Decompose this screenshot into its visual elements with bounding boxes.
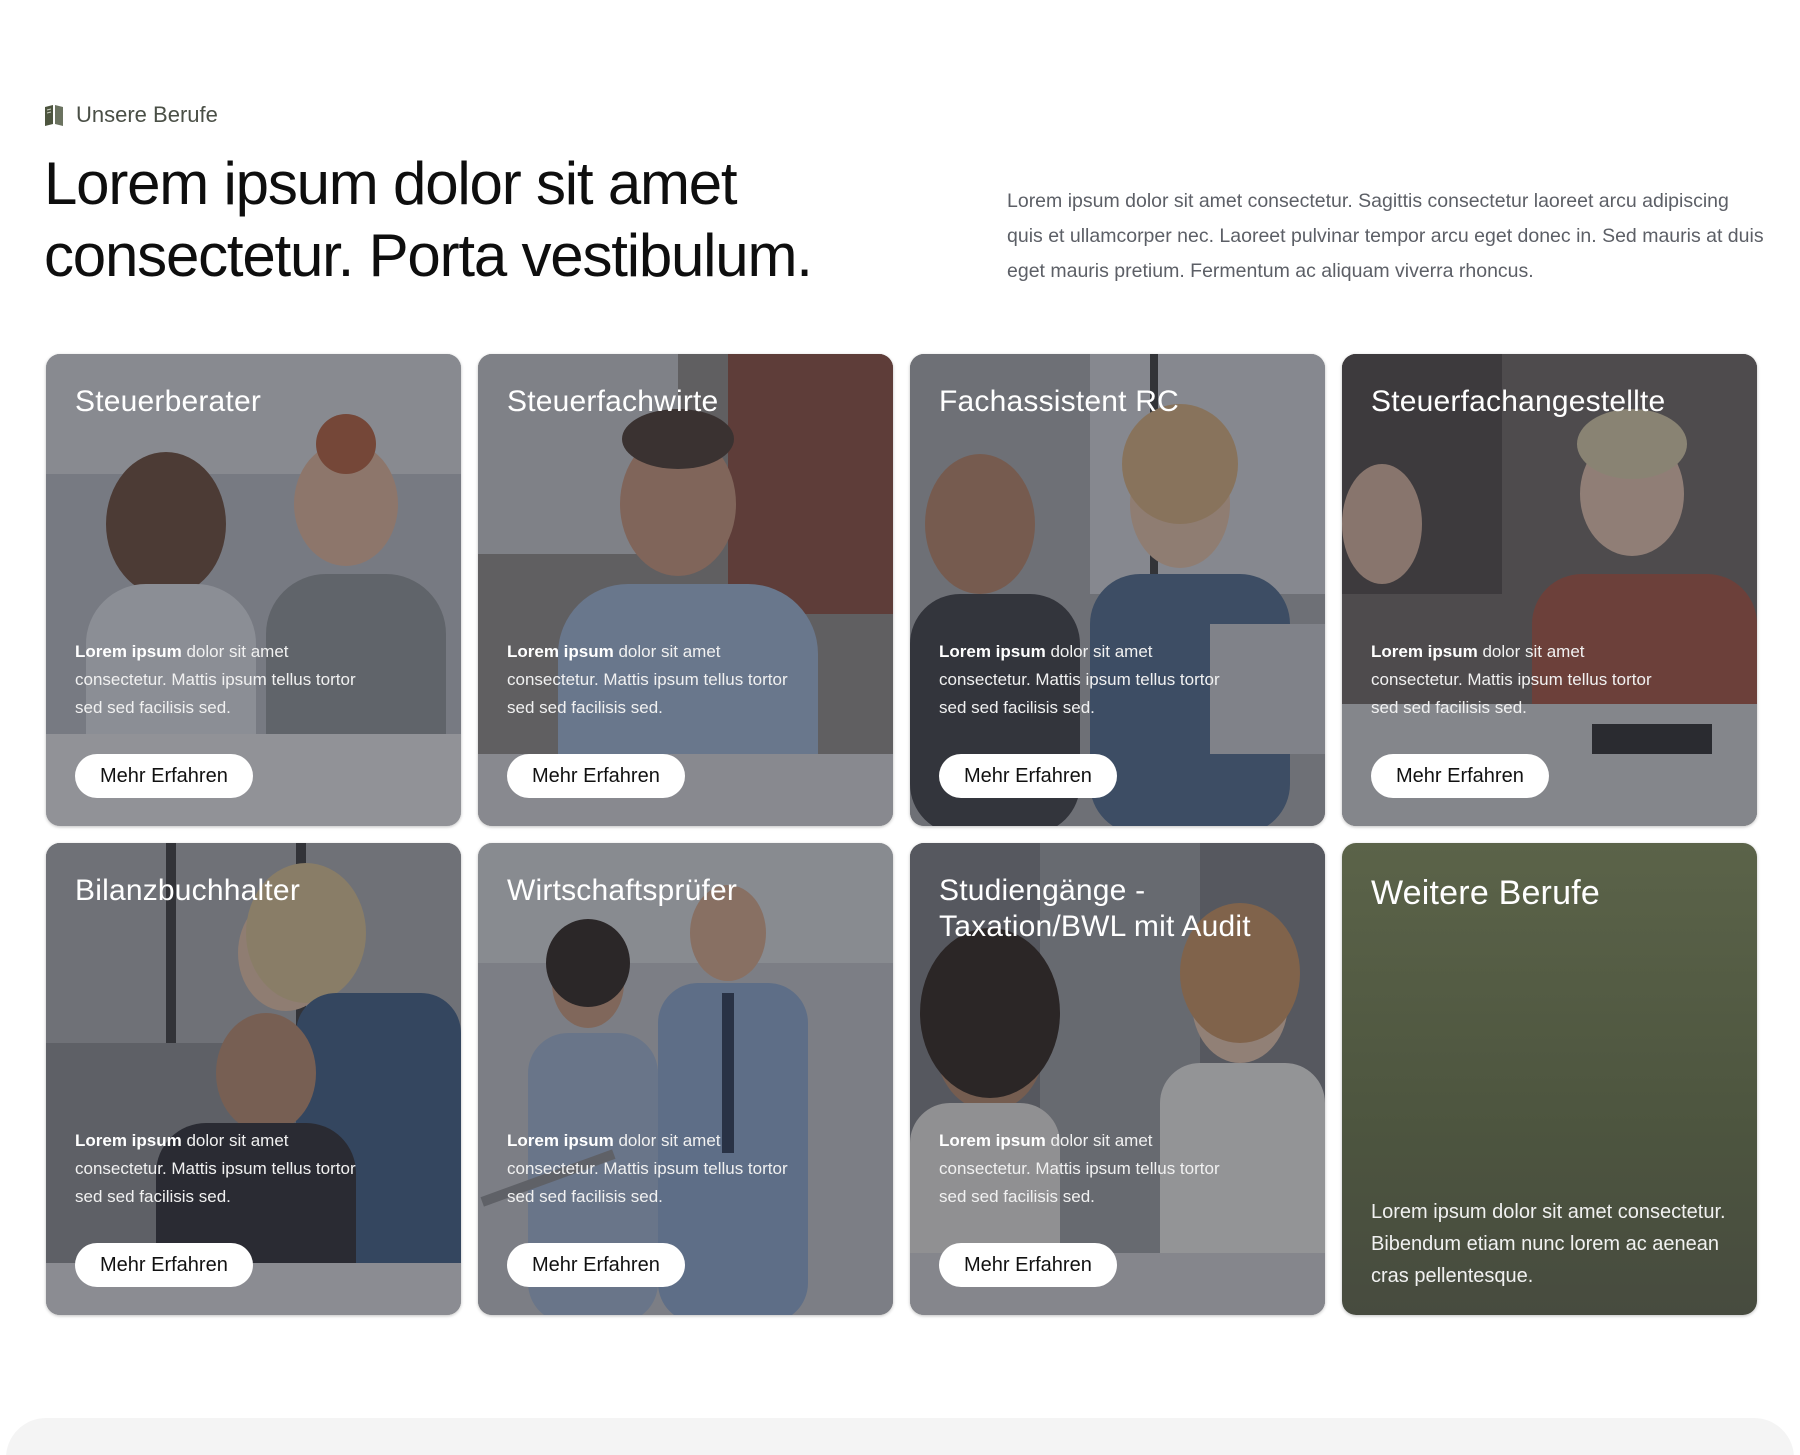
- card-title: Steuerfachwirte: [507, 385, 719, 418]
- intro-text: Lorem ipsum dolor sit amet consectetur. …: [1007, 190, 1764, 282]
- eyebrow-label: Unsere Berufe: [76, 102, 218, 127]
- card-title: Weitere Berufe: [1371, 874, 1600, 912]
- card-title: Steuerberater: [75, 385, 262, 418]
- career-card-steuerfachangestellte[interactable]: Steuerfachangestellte Lorem ipsum dolor …: [1342, 354, 1757, 826]
- career-card-fachassistent-rc[interactable]: Fachassistent RC Lorem ipsum dolor sit a…: [910, 354, 1325, 826]
- career-card-steuerberater[interactable]: Steuerberater Lorem ipsum dolor sit amet…: [46, 354, 461, 826]
- section-eyebrow: Unsere Berufe: [44, 102, 218, 128]
- mehr-erfahren-button[interactable]: Mehr Erfahren: [939, 1243, 1117, 1287]
- card-description: Lorem ipsum dolor sit amet consectetur. …: [939, 1131, 1220, 1206]
- career-card-steuerfachwirte[interactable]: Steuerfachwirte Lorem ipsum dolor sit am…: [478, 354, 893, 826]
- page-title: Lorem ipsum dolor sit amet consectetur. …: [44, 150, 813, 289]
- book-icon: [44, 104, 64, 126]
- career-grid: Steuerberater Lorem ipsum dolor sit amet…: [46, 354, 1757, 1315]
- career-card-weitere-berufe[interactable]: Weitere Berufe Lorem ipsum dolor sit ame…: [1342, 843, 1757, 1315]
- careers-section: Unsere Berufe Lorem ipsum dolor sit amet…: [0, 0, 1800, 1455]
- mehr-erfahren-button[interactable]: Mehr Erfahren: [75, 1243, 253, 1287]
- card-title: Steuerfachangestellte: [1371, 385, 1666, 418]
- card-title: Fachassistent RC: [939, 385, 1179, 418]
- mehr-erfahren-button[interactable]: Mehr Erfahren: [939, 754, 1117, 798]
- mehr-erfahren-button[interactable]: Mehr Erfahren: [507, 1243, 685, 1287]
- card-description: Lorem ipsum dolor sit amet consectetur. …: [1371, 642, 1652, 717]
- card-description: Lorem ipsum dolor sit amet consectetur. …: [507, 642, 788, 717]
- card-title: Studiengänge - Taxation/BWL mit Audit: [939, 874, 1251, 943]
- card-title: Wirtschaftsprüfer: [507, 874, 738, 907]
- mehr-erfahren-button[interactable]: Mehr Erfahren: [1371, 754, 1549, 798]
- card-title: Bilanzbuchhalter: [75, 874, 301, 907]
- card-description: Lorem ipsum dolor sit amet consectetur. …: [507, 1131, 788, 1206]
- card-description: Lorem ipsum dolor sit amet consectetur. …: [75, 1131, 356, 1206]
- card-description: Lorem ipsum dolor sit amet consectetur. …: [939, 642, 1220, 717]
- card-description: Lorem ipsum dolor sit amet consectetur. …: [1371, 1201, 1726, 1287]
- career-card-bilanzbuchhalter[interactable]: Bilanzbuchhalter Lorem ipsum dolor sit a…: [46, 843, 461, 1315]
- card-description: Lorem ipsum dolor sit amet consectetur. …: [75, 642, 356, 717]
- career-card-studiengaenge[interactable]: Studiengänge - Taxation/BWL mit Audit Lo…: [910, 843, 1325, 1315]
- mehr-erfahren-button[interactable]: Mehr Erfahren: [507, 754, 685, 798]
- next-section-panel: [6, 1418, 1794, 1455]
- mehr-erfahren-button[interactable]: Mehr Erfahren: [75, 754, 253, 798]
- career-card-wirtschaftspruefer[interactable]: Wirtschaftsprüfer Lorem ipsum dolor sit …: [478, 843, 893, 1315]
